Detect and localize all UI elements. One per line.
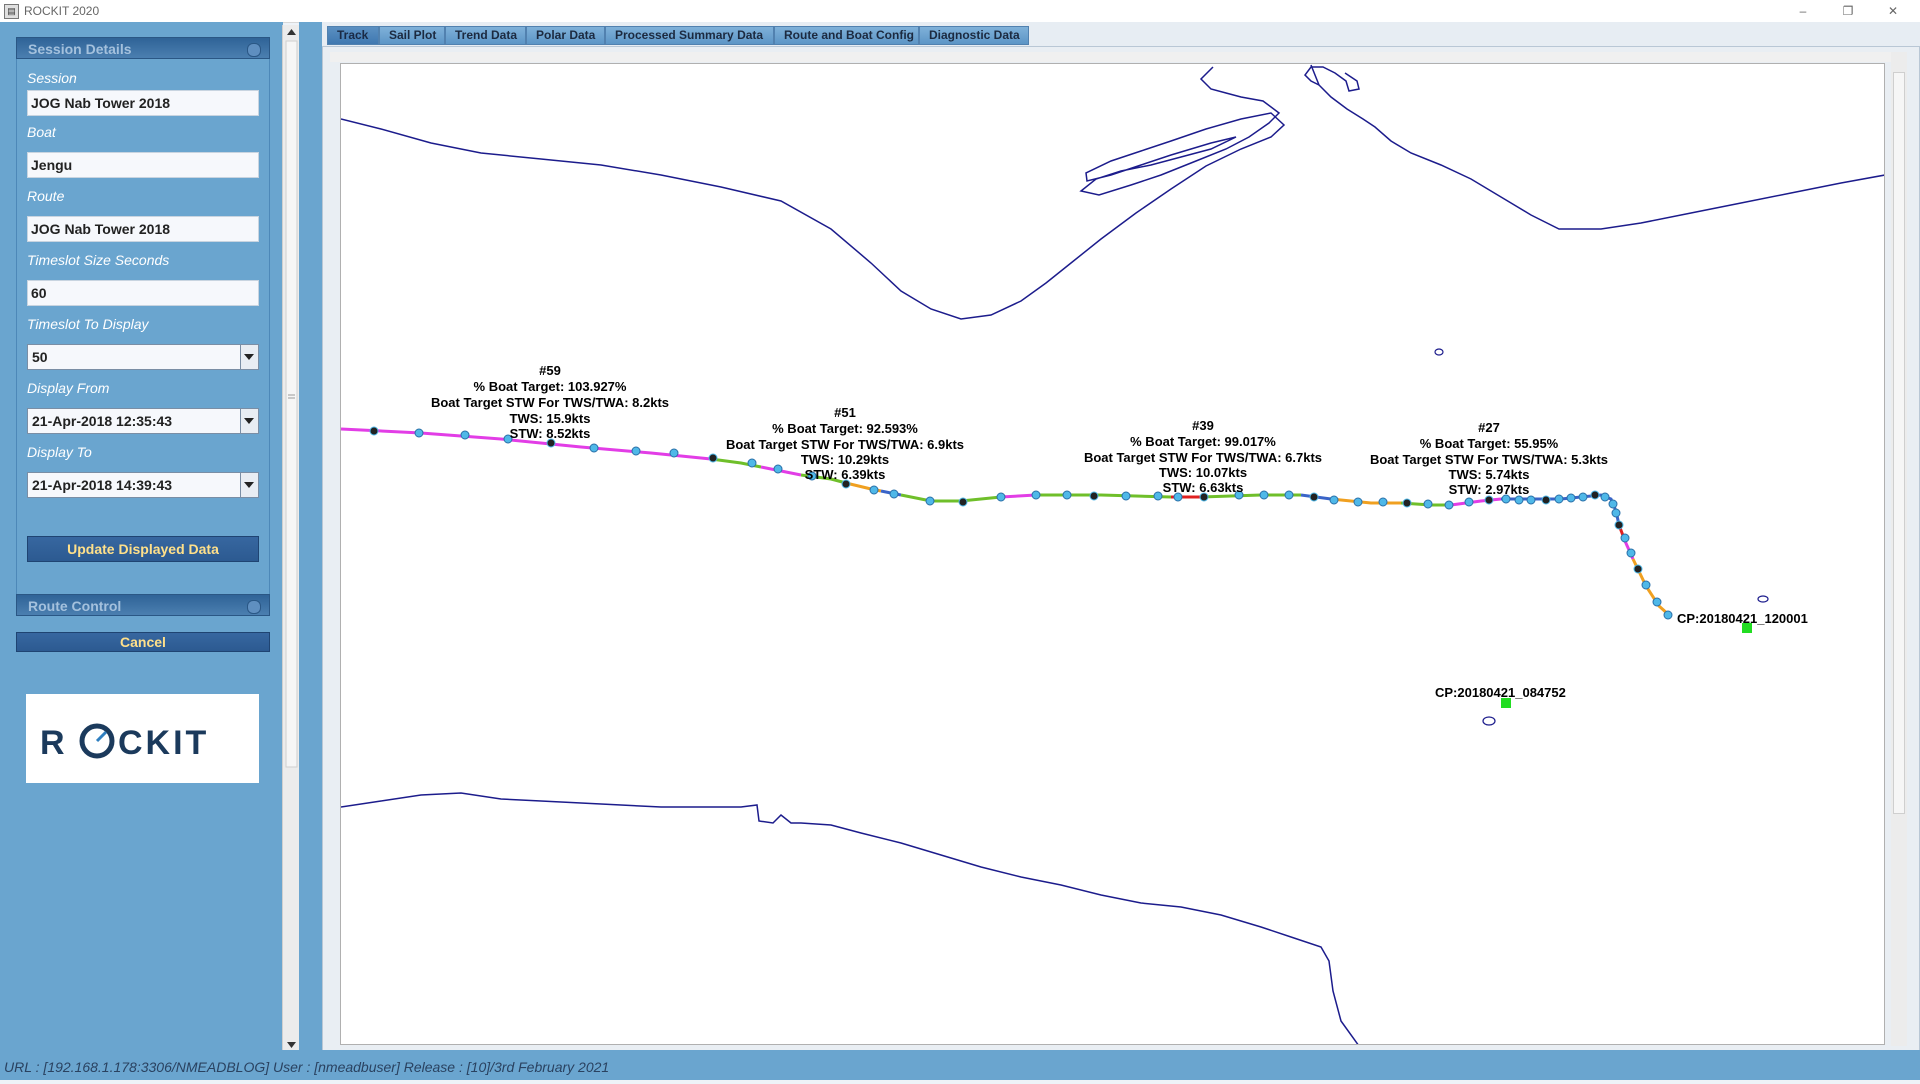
tab-trend-data[interactable]: Trend Data [445, 26, 526, 45]
tab-sail-plot[interactable]: Sail Plot [379, 26, 445, 45]
tab-processed-summary-data[interactable]: Processed Summary Data [605, 26, 774, 45]
minimize-button[interactable]: – [1786, 0, 1820, 22]
map-vertical-scrollbar[interactable] [1891, 52, 1907, 1046]
annotation-tws: TWS: 5.74kts [1449, 467, 1530, 482]
timeslot-display-label: Timeslot To Display [27, 316, 149, 332]
svg-text:R: R [40, 724, 68, 762]
session-details-header[interactable]: Session Details [16, 37, 270, 59]
display-to-label: Display To [27, 444, 92, 460]
annotation-id: #51 [834, 405, 856, 420]
map-vscroll-thumb[interactable] [1893, 72, 1905, 814]
annotation-id: #59 [539, 363, 561, 378]
annotation-stw: STW: 6.63kts [1163, 480, 1244, 495]
annotation-tws: TWS: 15.9kts [510, 411, 591, 426]
checkpoint-label: CP:20180421_084752 [1435, 685, 1566, 700]
checkpoint-120001[interactable]: CP:20180421_120001 [1677, 611, 1808, 633]
annotation-pct: % Boat Target: 92.593% [772, 421, 918, 436]
window-title: ROCKIT 2020 [24, 4, 100, 18]
display-to-value: 21-Apr-2018 14:39:43 [32, 477, 173, 493]
display-from-label: Display From [27, 380, 110, 396]
session-label: Session [27, 70, 77, 86]
close-button[interactable]: ✕ [1876, 0, 1910, 22]
panel-splitter[interactable] [299, 22, 322, 1050]
svg-text:CKIT: CKIT [118, 724, 209, 762]
checkpoint-084752[interactable]: CP:20180421_084752 [1435, 685, 1566, 708]
session-field[interactable]: JOG Nab Tower 2018 [27, 90, 259, 116]
session-details-title: Session Details [28, 41, 132, 57]
annotation-pct: % Boat Target: 103.927% [474, 379, 627, 394]
coastline-island [1310, 64, 1884, 230]
annotation-stw: STW: 8.52kts [510, 426, 591, 441]
collapse-icon[interactable] [247, 43, 261, 57]
timeslot-display-value: 50 [32, 349, 48, 365]
timeslot-size-field[interactable]: 60 [27, 280, 259, 306]
annotation-stw: STW: 6.39kts [805, 467, 886, 482]
tab-route-and-boat-config[interactable]: Route and Boat Config [774, 26, 919, 45]
track-annotation-51: #51 % Boat Target: 92.593% Boat Target S… [726, 405, 964, 482]
annotation-target: Boat Target STW For TWS/TWA: 6.7kts [1084, 450, 1322, 465]
annotation-tws: TWS: 10.07kts [1159, 465, 1247, 480]
tab-diagnostic-data[interactable]: Diagnostic Data [919, 26, 1029, 45]
annotation-pct: % Boat Target: 99.017% [1130, 434, 1276, 449]
route-label: Route [27, 188, 65, 204]
left-panel-scrollbar[interactable] [282, 25, 300, 1052]
rockit-logo: R CKIT [26, 694, 259, 783]
timeslot-display-select[interactable]: 50 [27, 344, 259, 370]
annotation-id: #27 [1478, 420, 1500, 435]
rockit-logo-graphic: R CKIT [40, 723, 209, 762]
update-displayed-data-button[interactable]: Update Displayed Data [27, 536, 259, 562]
tab-polar-data[interactable]: Polar Data [526, 26, 605, 45]
chevron-down-icon[interactable] [240, 473, 258, 497]
track-annotation-39: #39 % Boat Target: 99.017% Boat Target S… [1084, 418, 1322, 495]
display-from-value: 21-Apr-2018 12:35:43 [32, 413, 173, 429]
track-map[interactable]: #59 % Boat Target: 103.927% Boat Target … [340, 63, 1885, 1045]
rock-marker [1434, 348, 1444, 356]
map-horizontal-scrollbar[interactable] [330, 52, 1891, 62]
annotation-target: Boat Target STW For TWS/TWA: 8.2kts [431, 395, 669, 410]
route-control-header[interactable]: Route Control [16, 594, 270, 616]
coastline-south [341, 792, 1359, 1044]
annotation-id: #39 [1192, 418, 1214, 433]
rock-marker [1482, 716, 1496, 726]
annotation-target: Boat Target STW For TWS/TWA: 5.3kts [1370, 452, 1608, 467]
annotation-target: Boat Target STW For TWS/TWA: 6.9kts [726, 437, 964, 452]
app-icon: ▤ [4, 4, 19, 19]
boat-field[interactable]: Jengu [27, 152, 259, 178]
route-field[interactable]: JOG Nab Tower 2018 [27, 216, 259, 242]
timeslot-size-label: Timeslot Size Seconds [27, 252, 170, 268]
left-panel: Session Details Session JOG Nab Tower 20… [0, 22, 283, 1050]
coastline-north [341, 66, 1286, 320]
tab-track[interactable]: Track [327, 26, 379, 45]
track-annotation-59: #59 % Boat Target: 103.927% Boat Target … [431, 363, 669, 441]
route-control-title: Route Control [28, 598, 122, 614]
display-to-select[interactable]: 21-Apr-2018 14:39:43 [27, 472, 259, 498]
track-annotation-27: #27 % Boat Target: 55.95% Boat Target ST… [1370, 420, 1608, 497]
chevron-down-icon[interactable] [240, 409, 258, 433]
window-titlebar: ▤ ROCKIT 2020 – ❐ ✕ [0, 0, 1920, 23]
annotation-tws: TWS: 10.29kts [801, 452, 889, 467]
annotation-pct: % Boat Target: 55.95% [1420, 436, 1559, 451]
chevron-down-icon[interactable] [240, 345, 258, 369]
restore-button[interactable]: ❐ [1831, 0, 1865, 22]
status-text: URL : [192.168.1.178:3306/NMEADBLOG] Use… [4, 1059, 610, 1075]
display-from-select[interactable]: 21-Apr-2018 12:35:43 [27, 408, 259, 434]
status-bar: URL : [192.168.1.178:3306/NMEADBLOG] Use… [0, 1050, 1920, 1080]
rock-marker [1757, 595, 1769, 603]
checkpoint-label: CP:20180421_120001 [1677, 611, 1808, 626]
track-map-svg[interactable]: #59 % Boat Target: 103.927% Boat Target … [341, 64, 1885, 1045]
collapse-icon[interactable] [247, 600, 261, 614]
cancel-button[interactable]: Cancel [16, 632, 270, 652]
annotation-stw: STW: 2.97kts [1449, 482, 1530, 497]
boat-label: Boat [27, 124, 56, 140]
